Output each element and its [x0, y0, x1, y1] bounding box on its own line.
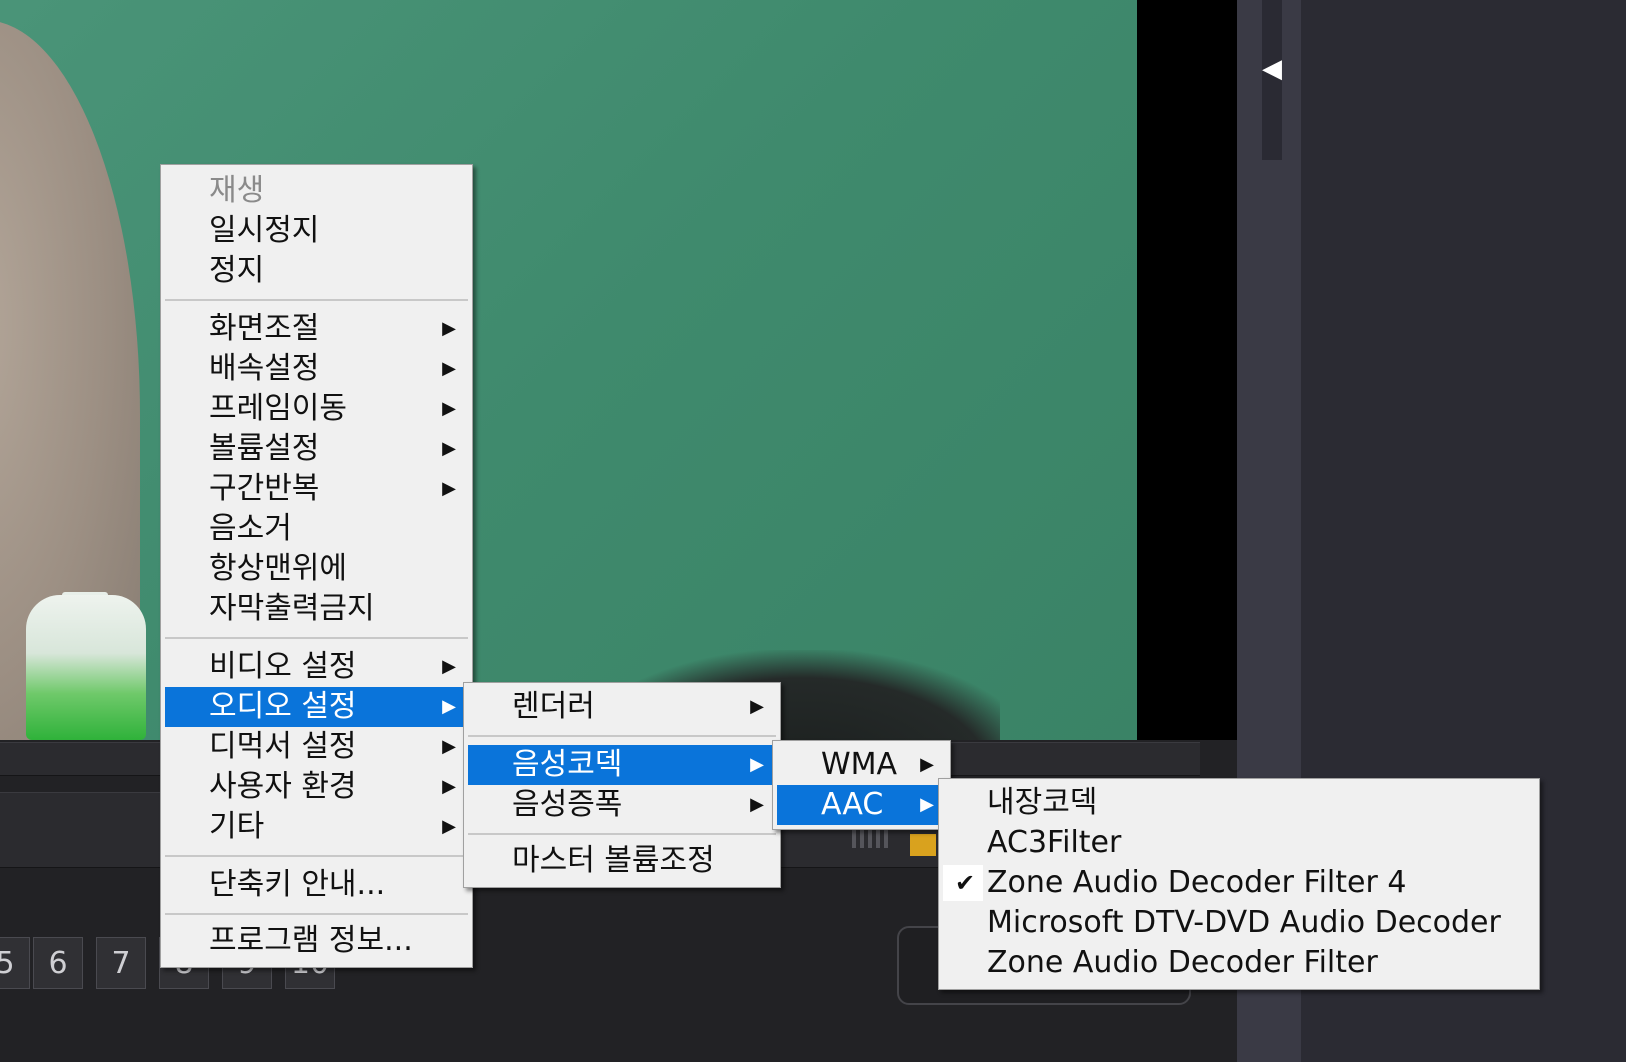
number-button-5[interactable]: 5 — [0, 937, 30, 989]
submenu-arrow-icon: ▶ — [750, 794, 764, 815]
menu-item-zone-decoder-4[interactable]: ✔ Zone Audio Decoder Filter 4 — [943, 863, 1535, 903]
menu-item-audio-settings[interactable]: 오디오 설정 ▶ — [165, 687, 468, 727]
submenu-arrow-icon: ▶ — [442, 776, 456, 797]
submenu-arrow-icon: ▶ — [750, 696, 764, 717]
menu-item-pause[interactable]: 일시정지 — [165, 211, 468, 251]
menu-item-stop[interactable]: 정지 — [165, 251, 468, 291]
menu-item-ac3filter[interactable]: AC3Filter — [943, 823, 1535, 863]
menu-separator — [165, 913, 468, 915]
menu-item-volume[interactable]: 볼륨설정 ▶ — [165, 429, 468, 469]
menu-item-audio-codec[interactable]: 음성코덱 ▶ — [468, 745, 776, 785]
menu-separator — [165, 855, 468, 857]
menu-item-shortcuts[interactable]: 단축키 안내... — [165, 865, 468, 905]
menu-separator — [468, 833, 776, 835]
collapse-arrow-icon[interactable]: ◀ — [1262, 52, 1282, 86]
submenu-arrow-icon: ▶ — [442, 438, 456, 459]
menu-item-about[interactable]: 프로그램 정보... — [165, 921, 468, 961]
menu-item-audio-amplify[interactable]: 음성증폭 ▶ — [468, 785, 776, 825]
aac-decoder-submenu: 내장코덱 AC3Filter ✔ Zone Audio Decoder Filte… — [938, 778, 1540, 990]
submenu-arrow-icon: ▶ — [442, 696, 456, 717]
audio-codec-submenu: WMA ▶ AAC ▶ — [772, 740, 951, 830]
submenu-arrow-icon: ▶ — [442, 736, 456, 757]
menu-item-mute[interactable]: 음소거 — [165, 509, 468, 549]
submenu-arrow-icon: ▶ — [442, 656, 456, 677]
menu-item-always-on-top[interactable]: 항상맨위에 — [165, 549, 468, 589]
menu-item-repeat[interactable]: 구간반복 ▶ — [165, 469, 468, 509]
menu-item-screen[interactable]: 화면조절 ▶ — [165, 309, 468, 349]
audio-settings-submenu: 렌더러 ▶ 음성코덱 ▶ 음성증폭 ▶ 마스터 볼륨조정 — [463, 682, 781, 888]
submenu-arrow-icon: ▶ — [442, 816, 456, 837]
water-bottle — [26, 595, 146, 740]
menu-item-no-subtitles[interactable]: 자막출력금지 — [165, 589, 468, 629]
context-menu: 재생 일시정지 정지 화면조절 ▶ 배속설정 ▶ 프레임이동 ▶ 볼륨설정 ▶ 구간반복… — [160, 164, 473, 968]
number-button-6[interactable]: 6 — [33, 937, 83, 989]
submenu-arrow-icon: ▶ — [920, 754, 934, 775]
menu-item-renderer[interactable]: 렌더러 ▶ — [468, 687, 776, 727]
video-border — [1137, 0, 1237, 740]
check-icon: ✔ — [955, 869, 976, 897]
menu-item-zone-decoder[interactable]: Zone Audio Decoder Filter — [943, 943, 1535, 983]
menu-item-user-env[interactable]: 사용자 환경 ▶ — [165, 767, 468, 807]
menu-item-wma[interactable]: WMA ▶ — [777, 745, 946, 785]
submenu-arrow-icon: ▶ — [442, 358, 456, 379]
submenu-arrow-icon: ▶ — [920, 794, 934, 815]
menu-separator — [165, 637, 468, 639]
menu-item-play: 재생 — [209, 173, 265, 208]
submenu-arrow-icon: ▶ — [750, 754, 764, 775]
menu-item-video-settings[interactable]: 비디오 설정 ▶ — [165, 647, 468, 687]
volume-indicator — [910, 834, 936, 856]
number-button-7[interactable]: 7 — [96, 937, 146, 989]
menu-item-master-volume[interactable]: 마스터 볼륨조정 — [468, 841, 776, 881]
menu-separator — [468, 735, 776, 737]
menu-item-frame[interactable]: 프레임이동 ▶ — [165, 389, 468, 429]
menu-item-speed[interactable]: 배속설정 ▶ — [165, 349, 468, 389]
menu-item-builtin-codec[interactable]: 내장코덱 — [943, 783, 1535, 823]
menu-item-etc[interactable]: 기타 ▶ — [165, 807, 468, 847]
menu-item-aac[interactable]: AAC ▶ — [777, 785, 946, 825]
menu-item-demuxer-settings[interactable]: 디먹서 설정 ▶ — [165, 727, 468, 767]
submenu-arrow-icon: ▶ — [442, 478, 456, 499]
submenu-arrow-icon: ▶ — [442, 398, 456, 419]
menu-item-ms-dtv-dvd-decoder[interactable]: Microsoft DTV-DVD Audio Decoder — [943, 903, 1535, 943]
menu-separator — [165, 299, 468, 301]
submenu-arrow-icon: ▶ — [442, 318, 456, 339]
